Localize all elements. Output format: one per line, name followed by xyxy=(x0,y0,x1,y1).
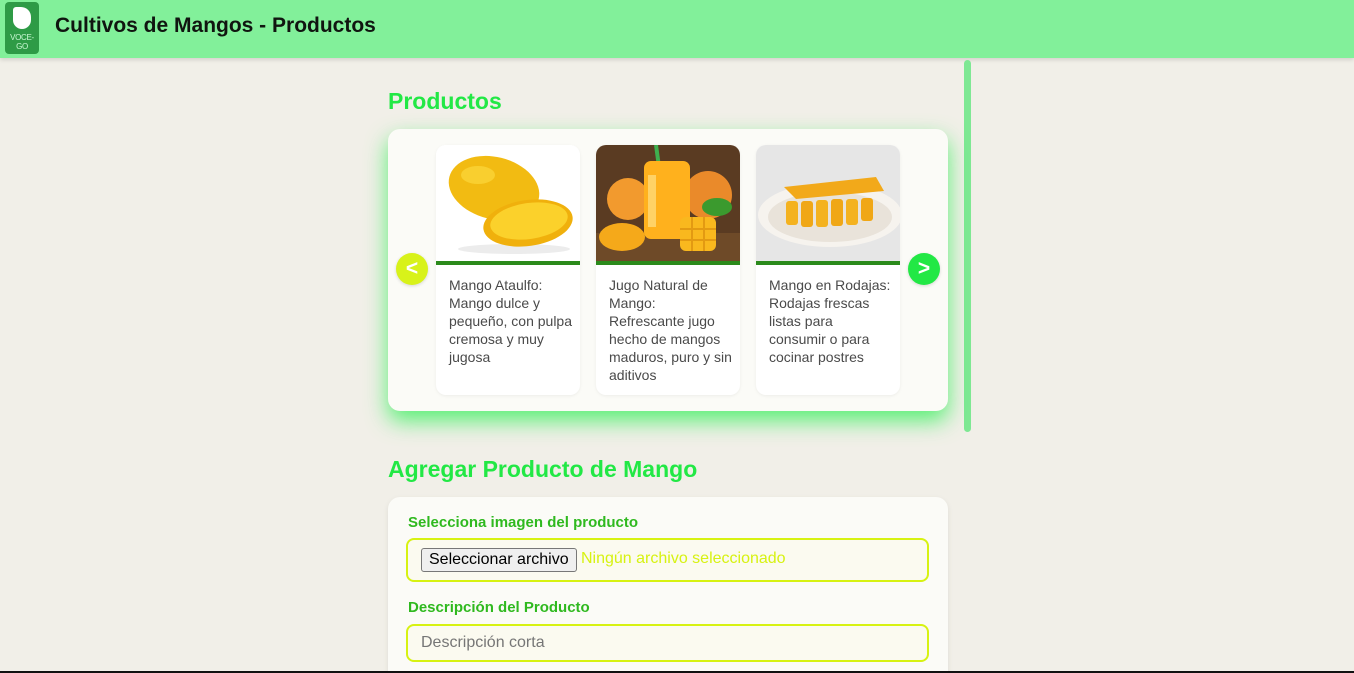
product-description: Jugo Natural de Mango: Refrescante jugo … xyxy=(609,277,732,383)
card-divider xyxy=(756,261,900,265)
select-file-button[interactable]: Seleccionar archivo xyxy=(421,548,577,572)
scrollbar[interactable] xyxy=(964,60,971,432)
file-input[interactable]: Seleccionar archivo Ningún archivo selec… xyxy=(406,538,929,582)
leaf-icon xyxy=(13,7,31,29)
top-bar: VOCE-GO Cultivos de Mangos - Productos xyxy=(0,0,1354,58)
card-divider xyxy=(596,261,740,265)
page-title: Cultivos de Mangos - Productos xyxy=(55,14,376,37)
product-card[interactable]: Mango Ataulfo: Mango dulce y pequeño, co… xyxy=(436,145,580,395)
file-status: Ningún archivo seleccionado xyxy=(581,550,786,567)
product-card[interactable]: Jugo Natural de Mango: Refrescante jugo … xyxy=(596,145,740,395)
app-logo[interactable]: VOCE-GO xyxy=(5,2,39,54)
product-description: Mango en Rodajas: Rodajas frescas listas… xyxy=(769,277,891,365)
description-input[interactable] xyxy=(408,626,927,660)
product-image xyxy=(436,145,580,261)
description-field[interactable] xyxy=(406,624,929,662)
add-product-form: Selecciona imagen del producto Seleccion… xyxy=(388,497,948,673)
image-field-label: Selecciona imagen del producto xyxy=(408,514,639,531)
add-product-heading: Agregar Producto de Mango xyxy=(388,456,698,482)
card-divider xyxy=(436,261,580,265)
product-image xyxy=(596,145,740,261)
carousel-next-button[interactable]: > xyxy=(908,253,940,285)
description-field-label: Descripción del Producto xyxy=(408,599,590,616)
products-heading: Productos xyxy=(388,88,502,114)
logo-text: VOCE-GO xyxy=(10,33,34,51)
product-description: Mango Ataulfo: Mango dulce y pequeño, co… xyxy=(449,277,572,365)
product-card[interactable]: Mango en Rodajas: Rodajas frescas listas… xyxy=(756,145,900,395)
product-carousel: Mango Ataulfo: Mango dulce y pequeño, co… xyxy=(388,129,948,411)
product-image xyxy=(756,145,900,261)
carousel-prev-button[interactable]: < xyxy=(396,253,428,285)
